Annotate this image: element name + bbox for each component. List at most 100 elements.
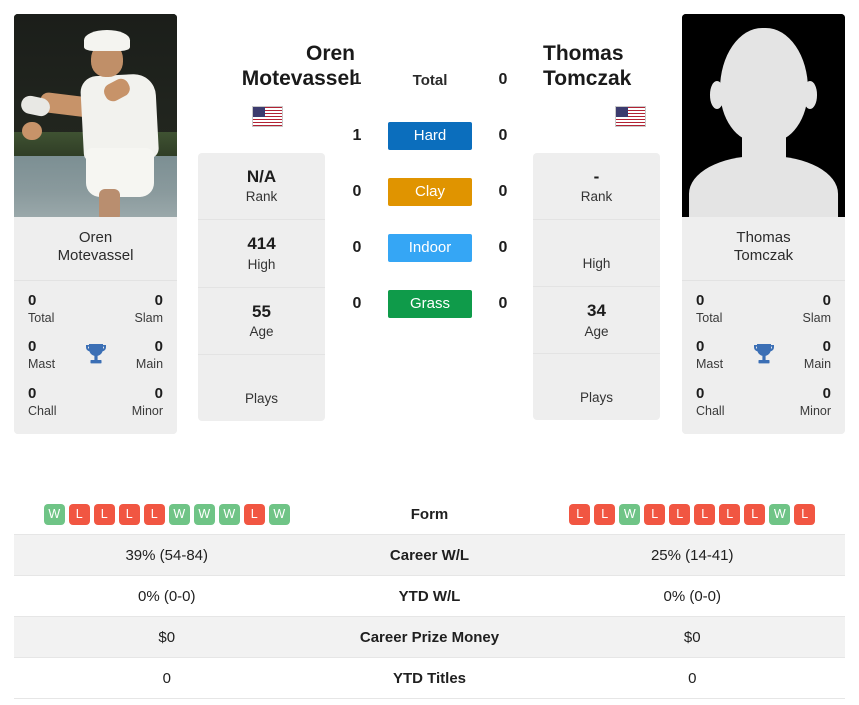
left-stat-high: 414 High: [198, 220, 325, 288]
form-badge-l[interactable]: L: [243, 503, 265, 525]
form-badge-l[interactable]: L: [669, 503, 691, 525]
form-badge-l[interactable]: L: [644, 503, 666, 525]
left-titles-main: 0 Main: [135, 338, 164, 372]
right-stat-age: 34 Age: [533, 287, 660, 355]
left-player-name[interactable]: Oren Motevassel: [180, 42, 355, 91]
form-badge-w[interactable]: W: [193, 503, 215, 525]
left-player-card[interactable]: Oren Motevassel 0 Total 0 Slam 0 Mast 0 …: [14, 14, 177, 435]
comparison-row-label: Career W/L: [389, 546, 470, 564]
left-titles-grid: 0 Total 0 Slam 0 Mast 0 Main 0 Chall 0 M…: [14, 279, 177, 435]
form-badge-l[interactable]: L: [594, 503, 616, 525]
form-badge-w[interactable]: W: [218, 503, 240, 525]
form-badge-l[interactable]: L: [118, 503, 140, 525]
form-badge-l[interactable]: L: [569, 503, 591, 525]
left-form-badges: WLLLLWWWLW: [14, 503, 320, 525]
left-career-w-l-value: 39% (54-84): [125, 546, 209, 564]
left-caption-line2: Motevassel: [57, 247, 134, 265]
right-stat-high: High: [533, 220, 660, 288]
left-stat-age: 55 Age: [198, 288, 325, 355]
surface-badge-indoor[interactable]: Indoor: [388, 234, 472, 262]
form-badge-w[interactable]: W: [268, 503, 290, 525]
left-titles-slam: 0 Slam: [134, 291, 164, 325]
surface-badge-hard[interactable]: Hard: [388, 122, 472, 150]
right-caption-line2: Tomczak: [733, 247, 794, 265]
h2h-left-score-clay: 0: [352, 183, 362, 200]
comparison-row-label: YTD W/L: [398, 587, 461, 605]
right-form-value: LLWLLLLLWL: [540, 503, 846, 525]
left-titles-challenger: 0 Chall: [28, 384, 57, 418]
left-titles-masters: 0 Mast: [28, 338, 56, 372]
right-titles-main: 0 Main: [803, 338, 832, 372]
surface-badge-grass[interactable]: Grass: [388, 290, 472, 318]
h2h-row-clay: 0 Clay 0: [340, 178, 520, 206]
left-player-photo[interactable]: [14, 14, 177, 217]
top-comparison-area: Oren Motevassel 0 Total 0 Slam 0 Mast 0 …: [0, 0, 859, 488]
tennis-player-photo-icon: [14, 14, 177, 217]
right-player-caption: Thomas Tomczak: [682, 217, 845, 280]
right-player-flag: [543, 106, 718, 127]
right-career-w-l-value: 25% (14-41): [650, 546, 734, 564]
form-badge-l[interactable]: L: [694, 503, 716, 525]
right-stat-plays: Plays: [579, 390, 613, 406]
h2h-right-score-hard: 0: [498, 127, 508, 144]
trophy-icon: [79, 342, 111, 368]
h2h-row-indoor: 0 Indoor 0: [340, 234, 520, 262]
comparison-row: 39% (54-84) Career W/L 25% (14-41): [14, 535, 845, 576]
right-player-stats-card: - Rank High 34 Age Plays: [533, 153, 660, 421]
form-badge-l[interactable]: L: [744, 503, 766, 525]
right-titles-minor: 0 Minor: [799, 384, 832, 418]
form-badge-w[interactable]: W: [168, 503, 190, 525]
h2h-row-hard: 1 Hard 0: [340, 122, 520, 150]
h2h-right-score-clay: 0: [498, 183, 508, 200]
left-player-flag: [180, 106, 355, 127]
form-badge-l[interactable]: L: [719, 503, 741, 525]
right-titles-masters: 0 Mast: [696, 338, 724, 372]
h2h-left-score-total: 1: [352, 71, 362, 88]
form-badge-l[interactable]: L: [143, 503, 165, 525]
h2h-row-total: 1 Total 0: [340, 66, 520, 94]
h2h-right-score-indoor: 0: [498, 239, 508, 256]
comparison-row: $0 Career Prize Money $0: [14, 617, 845, 658]
left-player-stats-card: N/A Rank 414 High 55 Age Plays: [198, 153, 325, 421]
left-titles-minor: 0 Minor: [131, 384, 164, 418]
trophy-icon: [747, 342, 779, 368]
left-caption-line1: Oren: [78, 229, 113, 246]
us-flag-icon: [615, 106, 646, 127]
comparison-row-label: YTD Titles: [392, 669, 467, 687]
form-badge-l[interactable]: L: [794, 503, 816, 525]
form-badge-w[interactable]: W: [43, 503, 65, 525]
form-badge-w[interactable]: W: [619, 503, 641, 525]
left-ytd-w-l-value: 0% (0-0): [137, 587, 196, 605]
h2h-left-score-grass: 0: [352, 295, 362, 312]
surface-badge-clay[interactable]: Clay: [388, 178, 472, 206]
left-player-caption: Oren Motevassel: [14, 217, 177, 280]
right-caption-line1: Thomas: [736, 229, 791, 246]
comparison-row: 0% (0-0) YTD W/L 0% (0-0): [14, 576, 845, 617]
right-ytd-titles-value: 0: [688, 669, 697, 687]
form-badge-l[interactable]: L: [93, 503, 115, 525]
comparison-row-label: Career Prize Money: [359, 628, 500, 646]
left-stat-rank: N/A Rank: [198, 153, 325, 221]
comparison-row: 0 YTD Titles 0: [14, 658, 845, 699]
right-player-name[interactable]: Thomas Tomczak: [543, 42, 718, 91]
form-badge-l[interactable]: L: [68, 503, 90, 525]
player-comparison-page: Oren Motevassel 0 Total 0 Slam 0 Mast 0 …: [0, 0, 859, 705]
right-ytd-w-l-value: 0% (0-0): [663, 587, 722, 605]
h2h-left-score-hard: 1: [352, 127, 362, 144]
h2h-label-total: Total: [412, 71, 448, 89]
h2h-left-score-indoor: 0: [352, 239, 362, 256]
left-ytd-titles-value: 0: [162, 669, 171, 687]
left-stat-plays: Plays: [244, 390, 278, 406]
comparison-table: W L L L L W W W L W Form L L W L L L L L W L 39% (54-84) Caree…: [14, 494, 845, 699]
left-career-prize-money-value: $0: [158, 628, 176, 646]
right-titles-total: 0 Total: [696, 291, 723, 325]
form-badge-w[interactable]: W: [769, 503, 791, 525]
right-titles-grid: 0 Total 0 Slam 0 Mast 0 Main 0 Chall 0 M…: [682, 279, 845, 435]
right-career-prize-money-value: $0: [683, 628, 701, 646]
h2h-right-score-total: 0: [498, 71, 508, 88]
right-titles-challenger: 0 Chall: [696, 384, 725, 418]
comparison-row-label: Form: [410, 505, 449, 523]
right-titles-slam: 0 Slam: [802, 291, 832, 325]
right-stat-rank: - Rank: [533, 153, 660, 221]
left-titles-total: 0 Total: [28, 291, 55, 325]
